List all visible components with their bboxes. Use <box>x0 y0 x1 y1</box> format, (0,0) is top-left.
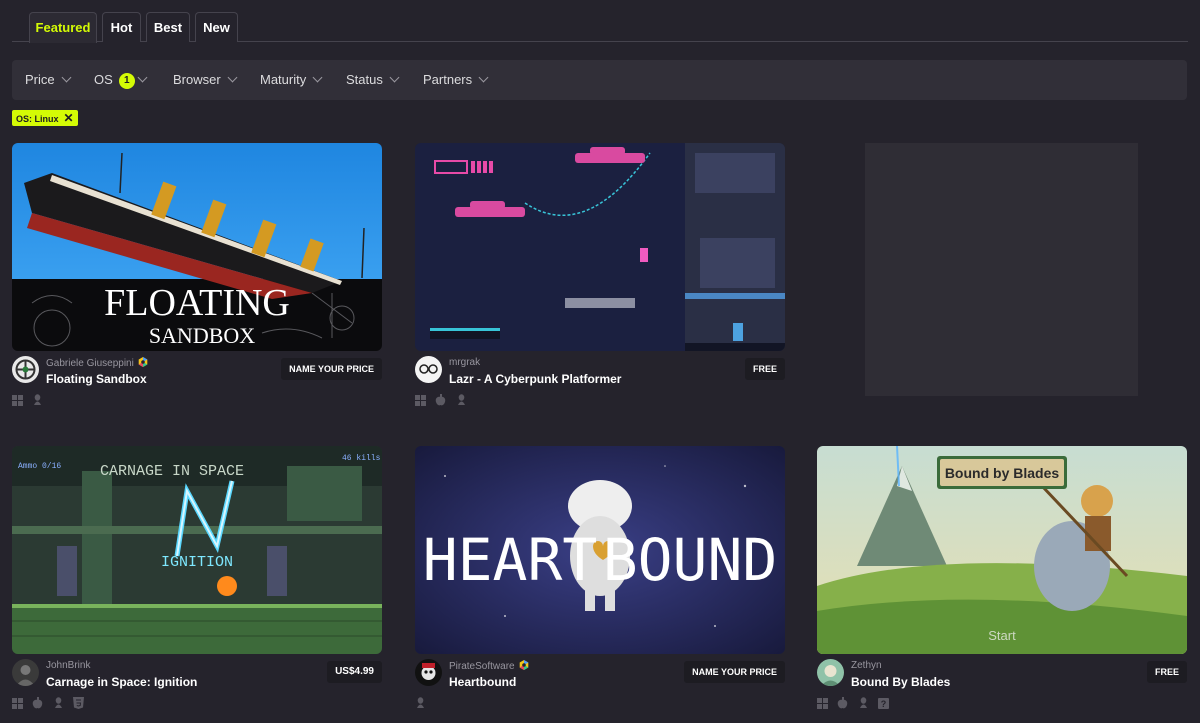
filter-label: Maturity <box>260 72 307 87</box>
unknown-platform-icon: ? <box>878 696 890 714</box>
chevron-down-icon <box>312 72 323 83</box>
game-title[interactable]: Floating Sandbox <box>46 372 147 386</box>
game-title[interactable]: Carnage in Space: Ignition <box>46 675 197 689</box>
verified-badge-icon <box>138 357 148 367</box>
price-badge[interactable]: FREE <box>744 358 785 380</box>
tab-new[interactable]: New <box>195 12 238 42</box>
thumb-title-text: CARNAGE IN SPACE <box>100 463 244 480</box>
author-avatar[interactable] <box>817 659 844 686</box>
author-avatar[interactable] <box>12 659 39 686</box>
author-name-text: mrgrak <box>449 357 481 368</box>
linux-icon <box>456 393 467 411</box>
thumb-subtitle-text: SANDBOX <box>149 323 255 348</box>
active-filter-tag[interactable]: OS: Linux ✕ <box>12 110 78 126</box>
view-tabs: Featured Hot Best New <box>0 0 1200 43</box>
thumb-subtitle-text: IGNITION <box>161 554 233 571</box>
filter-label: OS <box>94 72 113 87</box>
filter-browser-dropdown[interactable]: Browser <box>173 60 238 100</box>
author-name[interactable]: PirateSoftware <box>449 660 529 672</box>
svg-text:?: ? <box>881 699 887 709</box>
author-avatar[interactable] <box>12 356 39 383</box>
thumb-title-text: FLOATING <box>104 282 290 324</box>
linux-icon <box>53 696 64 714</box>
apple-icon <box>435 393 446 411</box>
apple-icon <box>837 696 848 714</box>
filter-bar: Price OS 1 Browser Maturity Status Partne… <box>12 60 1187 100</box>
tab-featured[interactable]: Featured <box>29 12 97 43</box>
windows-icon <box>12 696 23 714</box>
game-thumbnail[interactable]: FLOATING SANDBOX <box>12 143 382 351</box>
chevron-down-icon <box>137 72 148 83</box>
thumb-title-text: Bound by Blades <box>945 465 1060 481</box>
windows-icon <box>12 393 23 411</box>
platform-list <box>12 393 48 407</box>
thumb-hud-ammo: Ammo 0/16 <box>18 462 61 471</box>
author-name[interactable]: mrgrak <box>449 357 480 368</box>
filter-label: Status <box>346 72 383 87</box>
verified-badge-icon <box>519 660 529 670</box>
apple-icon <box>32 696 43 714</box>
ad-placeholder <box>865 143 1138 396</box>
windows-icon <box>817 696 828 714</box>
filter-status-dropdown[interactable]: Status <box>346 60 400 100</box>
game-title[interactable]: Heartbound <box>449 675 516 689</box>
game-title[interactable]: Bound By Blades <box>851 675 950 689</box>
tag-label: OS: Linux <box>16 114 59 124</box>
author-name-text: Zethyn <box>851 660 882 671</box>
filter-label: Price <box>25 72 55 87</box>
linux-icon <box>32 393 43 411</box>
platform-list <box>415 393 472 407</box>
game-thumbnail[interactable]: CARNAGE IN SPACE IGNITION Ammo 0/16 46 k… <box>12 446 382 654</box>
chevron-down-icon <box>389 72 400 83</box>
price-badge[interactable]: FREE <box>1146 661 1187 683</box>
linux-icon <box>415 696 426 714</box>
author-name[interactable]: JohnBrink <box>46 660 90 671</box>
filter-count-badge: 1 <box>118 73 135 89</box>
thumb-hud-kills: 46 kills <box>342 454 381 463</box>
windows-icon <box>415 393 426 411</box>
platform-list: ? <box>817 696 894 710</box>
filter-label: Browser <box>173 72 221 87</box>
chevron-down-icon <box>61 72 72 83</box>
platform-list <box>415 696 431 710</box>
game-thumbnail[interactable]: HEART BOUND <box>415 446 785 654</box>
author-name-text: PirateSoftware <box>449 661 515 672</box>
author-name-text: JohnBrink <box>46 660 91 671</box>
author-name-text: Gabriele Giuseppini <box>46 358 134 369</box>
close-icon[interactable]: ✕ <box>64 110 74 126</box>
price-badge[interactable]: US$4.99 <box>327 661 382 683</box>
tab-hot[interactable]: Hot <box>102 12 141 42</box>
thumb-title-text: HEART <box>423 526 598 594</box>
filter-maturity-dropdown[interactable]: Maturity <box>260 60 323 100</box>
filter-os-dropdown[interactable]: OS 1 <box>94 60 148 100</box>
game-thumbnail[interactable] <box>415 143 785 351</box>
platform-list <box>12 696 89 710</box>
filter-label: Partners <box>423 72 473 87</box>
filter-partners-dropdown[interactable]: Partners <box>423 60 489 100</box>
filter-price-dropdown[interactable]: Price <box>25 60 72 100</box>
price-badge[interactable]: NAME YOUR PRICE <box>684 661 785 683</box>
author-name[interactable]: Zethyn <box>851 660 882 671</box>
thumb-subtitle-text: BOUND <box>603 526 778 594</box>
author-name[interactable]: Gabriele Giuseppini <box>46 357 148 369</box>
price-badge[interactable]: NAME YOUR PRICE <box>281 358 382 380</box>
linux-icon <box>858 696 869 714</box>
game-title[interactable]: Lazr - A Cyberpunk Platformer <box>449 372 621 386</box>
author-avatar[interactable] <box>415 659 442 686</box>
thumb-start-text: Start <box>988 628 1016 643</box>
game-thumbnail[interactable]: Bound by Blades Start <box>817 446 1187 654</box>
chevron-down-icon <box>478 72 489 83</box>
tab-best[interactable]: Best <box>146 12 190 42</box>
chevron-down-icon <box>227 72 238 83</box>
author-avatar[interactable] <box>415 356 442 383</box>
html5-icon <box>73 696 85 714</box>
